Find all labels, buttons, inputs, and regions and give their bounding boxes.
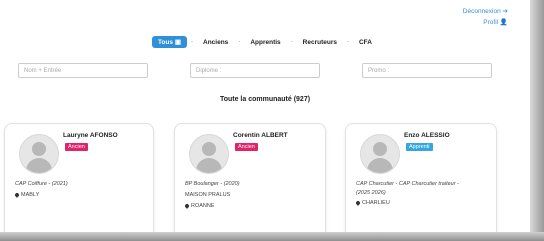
status-badge: Apprenti [406, 143, 433, 151]
page-frame: Déconnexion ➔ Profil 👤 Tous ▣ - Anciens … [0, 0, 530, 232]
category-tabs: Tous ▣ - Anciens - Apprentis - Recruteur… [0, 36, 530, 48]
member-location: MABLY [14, 191, 39, 198]
avatar [360, 134, 400, 174]
tab-apprentis[interactable]: Apprentis [244, 37, 286, 48]
frame-shadow-right [530, 0, 544, 241]
member-card[interactable]: Corentin ALBERT Ancien BP Boulanger - (2… [174, 123, 326, 232]
member-diploma: BP Boulanger - (2020) [185, 181, 240, 187]
member-diploma: CAP Coiffure - (2021) [15, 181, 68, 187]
member-name: Enzo ALESSIO [404, 132, 450, 139]
member-company: MAISON PRALUS [185, 192, 231, 198]
tab-recruteurs[interactable]: Recruteurs [297, 37, 343, 48]
user-icon: 👤 [499, 19, 508, 26]
tab-anciens[interactable]: Anciens [197, 37, 234, 48]
frame-shadow-bottom [0, 232, 544, 241]
community-count: Toute la communauté (927) [219, 96, 311, 103]
tab-separator: - [238, 39, 241, 45]
member-card[interactable]: Enzo ALESSIO Apprenti CAP Charcutier - C… [345, 123, 497, 232]
status-badge: Ancien [235, 143, 258, 151]
checkbox-icon: ▣ [174, 39, 182, 46]
profile-link[interactable]: Profil 👤 [463, 17, 508, 28]
status-badge: Ancien [65, 143, 88, 151]
promo-input[interactable]: Promo : [362, 63, 492, 78]
location-pin-icon [355, 199, 361, 206]
logout-icon: ➔ [502, 8, 508, 15]
location-pin-icon [184, 202, 190, 209]
diploma-input[interactable]: Diplome : [190, 63, 320, 78]
member-promo: (2025 2026) [356, 190, 386, 196]
tab-separator: - [191, 39, 194, 45]
tab-cfa[interactable]: CFA [353, 37, 378, 48]
member-location: ROANNE [184, 202, 215, 209]
avatar [19, 134, 59, 174]
avatar [189, 134, 229, 174]
logout-link[interactable]: Déconnexion ➔ [463, 6, 508, 17]
name-search-input[interactable]: Nom + Entrée [18, 63, 148, 78]
member-name: Corentin ALBERT [233, 132, 288, 139]
member-diploma: CAP Charcutier - CAP Charcutier traiteur… [356, 181, 459, 187]
member-name: Lauryne AFONSO [63, 132, 118, 139]
location-pin-icon [14, 191, 20, 198]
tab-separator: - [290, 39, 293, 45]
member-card[interactable]: Lauryne AFONSO Ancien CAP Coiffure - (20… [4, 123, 154, 232]
top-links: Déconnexion ➔ Profil 👤 [463, 6, 508, 28]
tab-separator: - [346, 39, 349, 45]
member-location: CHARLIEU [355, 199, 390, 206]
tab-tous[interactable]: Tous ▣ [152, 36, 188, 48]
